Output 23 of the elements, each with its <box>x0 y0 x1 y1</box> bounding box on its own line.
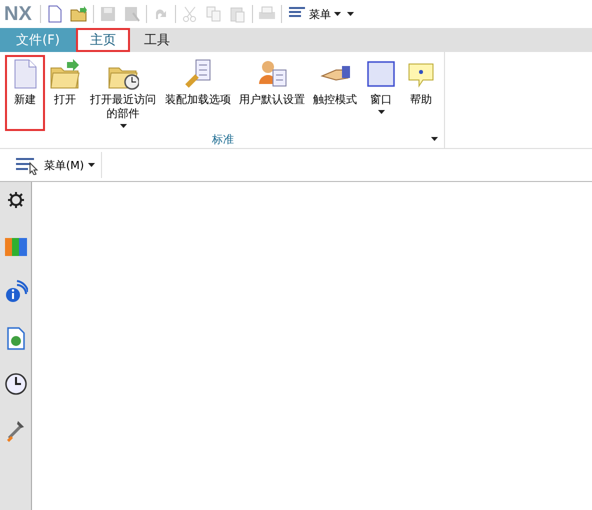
ribbon-button[interactable]: 窗口 <box>362 56 400 130</box>
dropdown-caret-icon <box>378 110 384 114</box>
menu-icon <box>14 155 40 175</box>
ribbon-button[interactable]: 用户默认设置 <box>236 56 308 130</box>
info-icon[interactable] <box>4 280 28 304</box>
clock-icon[interactable] <box>4 372 28 396</box>
ribbon-button[interactable]: 触控模式 <box>310 56 360 130</box>
ribbon-tab[interactable]: 工具 <box>130 28 184 52</box>
menu-button[interactable]: 菜单(M) <box>8 152 102 178</box>
ribbon-button[interactable]: 打开最近访问的部件 <box>86 56 160 130</box>
menu-button[interactable]: 菜单 <box>286 6 343 22</box>
ribbon-button[interactable]: 装配加载选项 <box>162 56 234 130</box>
ribbon-tab[interactable]: 主页 <box>76 28 130 52</box>
open-icon <box>49 58 81 90</box>
ribbon-button[interactable]: 帮助 <box>402 56 440 130</box>
caret-icon <box>431 137 438 141</box>
dropdown-caret-icon <box>120 124 126 128</box>
ribbon-button[interactable]: 打开 <box>46 56 84 130</box>
open-icon[interactable] <box>68 4 89 24</box>
app-logo: NX <box>4 2 32 26</box>
ribbon-button[interactable]: 新建 <box>6 56 44 130</box>
group-label: 标准 <box>212 132 234 146</box>
caret-icon <box>88 163 96 167</box>
